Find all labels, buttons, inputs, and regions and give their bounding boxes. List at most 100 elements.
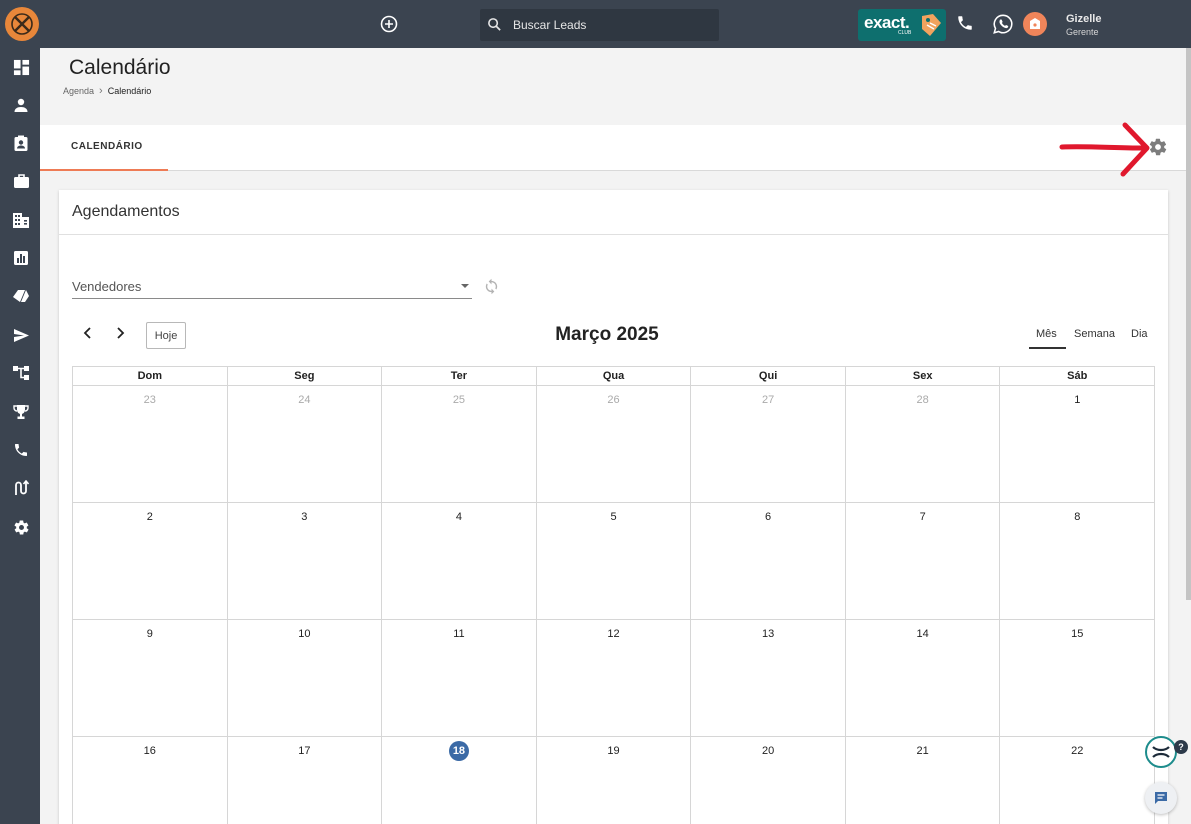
building-icon[interactable] bbox=[11, 210, 31, 230]
day-cell[interactable]: 15 bbox=[1000, 620, 1156, 736]
avatar[interactable] bbox=[1023, 12, 1047, 36]
user-name[interactable]: Gizelle bbox=[1066, 13, 1101, 25]
day-number: 3 bbox=[301, 511, 308, 523]
add-icon[interactable] bbox=[380, 15, 398, 33]
bar-chart-icon[interactable] bbox=[11, 248, 31, 268]
day-cell[interactable]: 25 bbox=[382, 386, 537, 502]
day-cell[interactable]: 14 bbox=[846, 620, 1001, 736]
calendar-week-row: 9 10 11 12 13 14 15 bbox=[72, 620, 1156, 737]
day-number: 12 bbox=[607, 628, 620, 640]
weekday-label: Dom bbox=[73, 367, 228, 385]
phone-icon[interactable] bbox=[11, 440, 31, 460]
view-week-button[interactable]: Semana bbox=[1074, 328, 1115, 340]
calendar-settings-gear-icon[interactable] bbox=[1148, 137, 1168, 162]
weekday-label: Qua bbox=[537, 367, 692, 385]
day-cell[interactable]: 17 bbox=[228, 737, 383, 824]
day-cell[interactable]: 5 bbox=[537, 503, 692, 619]
day-cell[interactable]: 2 bbox=[73, 503, 228, 619]
day-number: 18 bbox=[448, 741, 469, 761]
day-number: 10 bbox=[298, 628, 311, 640]
tags-icon[interactable] bbox=[11, 286, 31, 306]
page-scrollbar[interactable] bbox=[1186, 48, 1191, 600]
day-cell[interactable]: 13 bbox=[691, 620, 846, 736]
day-cell[interactable]: 20 bbox=[691, 737, 846, 824]
day-cell[interactable]: 4 bbox=[382, 503, 537, 619]
day-cell[interactable]: 16 bbox=[73, 737, 228, 824]
day-cell-today[interactable]: 18 bbox=[382, 737, 537, 824]
tab-label: CALENDÁRIO bbox=[71, 141, 143, 152]
divider bbox=[59, 234, 1168, 235]
route-icon[interactable] bbox=[11, 478, 31, 498]
brand-sub: CLUB bbox=[898, 30, 912, 36]
send-icon[interactable] bbox=[11, 325, 31, 345]
sellers-select[interactable]: Vendedores bbox=[72, 277, 472, 299]
day-cell[interactable]: 10 bbox=[228, 620, 383, 736]
chevron-right-icon: › bbox=[99, 85, 103, 97]
user-role: Gerente bbox=[1066, 27, 1099, 37]
day-cell[interactable]: 23 bbox=[73, 386, 228, 502]
day-cell[interactable]: 19 bbox=[537, 737, 692, 824]
phone-icon[interactable] bbox=[956, 14, 974, 37]
day-number: 23 bbox=[143, 394, 156, 406]
settings-icon[interactable] bbox=[11, 517, 31, 537]
day-number: 1 bbox=[1074, 394, 1081, 406]
trophy-icon[interactable] bbox=[11, 402, 31, 422]
day-cell[interactable]: 28 bbox=[846, 386, 1001, 502]
day-cell[interactable]: 11 bbox=[382, 620, 537, 736]
day-number: 5 bbox=[610, 511, 617, 523]
weekday-label: Qui bbox=[691, 367, 846, 385]
day-number: 11 bbox=[453, 628, 465, 640]
exact-club-badge[interactable]: exact. CLUB bbox=[858, 9, 946, 41]
search-input[interactable]: Buscar Leads bbox=[480, 9, 719, 41]
tabs-bar: CALENDÁRIO bbox=[40, 122, 1191, 177]
day-cell[interactable]: 3 bbox=[228, 503, 383, 619]
chat-icon[interactable] bbox=[1145, 782, 1177, 814]
day-number: 2 bbox=[146, 511, 153, 523]
view-day-button[interactable]: Dia bbox=[1131, 328, 1148, 340]
tab-calendario[interactable]: CALENDÁRIO bbox=[40, 125, 168, 171]
calendar-week-row: 16 17 18 19 20 21 22 bbox=[72, 737, 1156, 824]
day-cell[interactable]: 9 bbox=[73, 620, 228, 736]
caret-down-icon bbox=[461, 284, 469, 288]
breadcrumb-agenda[interactable]: Agenda bbox=[63, 86, 94, 96]
day-cell[interactable]: 22 bbox=[1000, 737, 1156, 824]
day-cell[interactable]: 6 bbox=[691, 503, 846, 619]
day-cell[interactable]: 27 bbox=[691, 386, 846, 502]
day-cell[interactable]: 1 bbox=[1000, 386, 1156, 502]
whatsapp-icon[interactable] bbox=[992, 13, 1014, 40]
day-number: 6 bbox=[765, 511, 772, 523]
app-logo[interactable] bbox=[5, 7, 39, 41]
day-cell[interactable]: 8 bbox=[1000, 503, 1156, 619]
day-number: 14 bbox=[916, 628, 929, 640]
day-cell[interactable]: 26 bbox=[537, 386, 692, 502]
tab-active-indicator bbox=[40, 169, 168, 171]
help-widget-button[interactable] bbox=[1145, 736, 1177, 768]
weekday-label: Seg bbox=[228, 367, 383, 385]
day-cell[interactable]: 24 bbox=[228, 386, 383, 502]
dashboard-icon[interactable] bbox=[11, 57, 31, 77]
view-month-button[interactable]: Mês bbox=[1036, 328, 1057, 340]
flow-icon[interactable] bbox=[11, 363, 31, 383]
day-number: 4 bbox=[455, 511, 462, 523]
day-cell[interactable]: 12 bbox=[537, 620, 692, 736]
day-number: 21 bbox=[916, 745, 929, 757]
tag-icon bbox=[922, 14, 941, 36]
active-view-indicator bbox=[1029, 347, 1066, 349]
card-title: Agendamentos bbox=[72, 203, 180, 220]
weekday-label: Ter bbox=[382, 367, 537, 385]
person-icon[interactable] bbox=[11, 95, 31, 115]
top-bar: Buscar Leads exact. CLUB Gizelle Gerente bbox=[0, 0, 1191, 48]
day-number: 9 bbox=[146, 628, 153, 640]
day-cell[interactable]: 7 bbox=[846, 503, 1001, 619]
day-cell[interactable]: 21 bbox=[846, 737, 1001, 824]
month-title: Março 2025 bbox=[555, 324, 659, 345]
briefcase-icon[interactable] bbox=[11, 171, 31, 191]
page-title: Calendário bbox=[69, 56, 171, 79]
refresh-icon[interactable] bbox=[483, 278, 500, 300]
appointments-card: Agendamentos Vendedores Hoje Março 2025 … bbox=[59, 190, 1168, 824]
search-icon bbox=[488, 18, 501, 31]
day-number: 27 bbox=[761, 394, 775, 406]
contact-card-icon[interactable] bbox=[11, 133, 31, 153]
day-number: 16 bbox=[143, 745, 156, 757]
search-placeholder: Buscar Leads bbox=[513, 18, 587, 32]
